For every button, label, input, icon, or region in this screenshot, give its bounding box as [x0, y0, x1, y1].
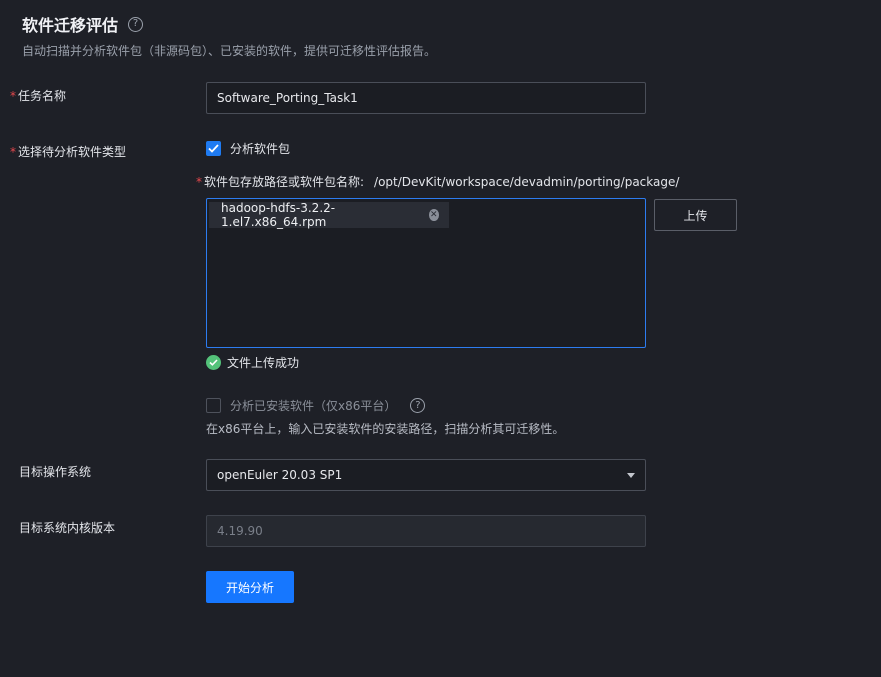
package-path-value: /opt/DevKit/workspace/devadmin/porting/p…	[374, 175, 680, 189]
page-title: 软件迁移评估 ?	[22, 12, 144, 36]
analyze-installed-option[interactable]: 分析已安装软件（仅x86平台） ?	[206, 397, 426, 414]
required-mark: *	[10, 89, 16, 103]
file-name: hadoop-hdfs-3.2.2-1.el7.x86_64.rpm	[221, 201, 336, 229]
package-drop-area[interactable]: hadoop-hdfs-3.2.2-1.el7.x86_64.rpm ✕	[206, 198, 646, 348]
upload-button[interactable]: 上传	[654, 199, 737, 231]
installed-note: 在x86平台上，输入已安装软件的安装路径，扫描分析其可迁移性。	[206, 422, 565, 436]
question-circle-icon[interactable]: ?	[410, 398, 426, 413]
page-title-text: 软件迁移评估	[22, 16, 119, 35]
target-os-label: 目标操作系统	[19, 465, 92, 479]
task-name-label: * 任务名称	[10, 89, 67, 103]
analyze-package-checkbox[interactable]	[206, 141, 221, 156]
analyze-package-option[interactable]: 分析软件包	[206, 140, 290, 157]
question-circle-icon[interactable]: ?	[128, 16, 144, 32]
analyze-package-label: 分析软件包	[230, 142, 291, 156]
porting-assessment-page: 软件迁移评估 ? 自动扫描并分析软件包（非源码包）、已安装的软件，提供可迁移性评…	[0, 0, 881, 677]
upload-status: 文件上传成功	[206, 354, 299, 371]
target-os-select[interactable]: openEuler 20.03 SP1	[206, 459, 646, 491]
software-type-label: * 选择待分析软件类型	[10, 145, 127, 159]
task-name-input[interactable]: Software_Porting_Task1	[206, 82, 646, 114]
target-os-value: openEuler 20.03 SP1	[217, 468, 343, 482]
package-path-label: 软件包存放路径或软件包名称:	[204, 175, 365, 189]
required-mark: *	[196, 175, 202, 189]
caret-down-icon	[627, 472, 635, 478]
upload-status-text: 文件上传成功	[227, 356, 300, 370]
kernel-version-input: 4.19.90	[206, 515, 646, 547]
check-icon	[208, 144, 219, 153]
package-path-line: * 软件包存放路径或软件包名称: /opt/DevKit/workspace/dev…	[196, 173, 679, 190]
analyze-installed-label: 分析已安装软件（仅x86平台）	[230, 399, 397, 413]
analyze-installed-checkbox[interactable]	[206, 398, 221, 413]
file-tag: hadoop-hdfs-3.2.2-1.el7.x86_64.rpm ✕	[209, 201, 449, 229]
check-circle-icon	[206, 355, 221, 370]
required-mark: *	[10, 145, 16, 159]
close-circle-icon[interactable]: ✕	[428, 209, 439, 221]
page-subtitle: 自动扫描并分析软件包（非源码包）、已安装的软件，提供可迁移性评估报告。	[22, 44, 437, 58]
kernel-version-label: 目标系统内核版本	[19, 521, 116, 535]
start-analysis-button[interactable]: 开始分析	[206, 571, 294, 603]
